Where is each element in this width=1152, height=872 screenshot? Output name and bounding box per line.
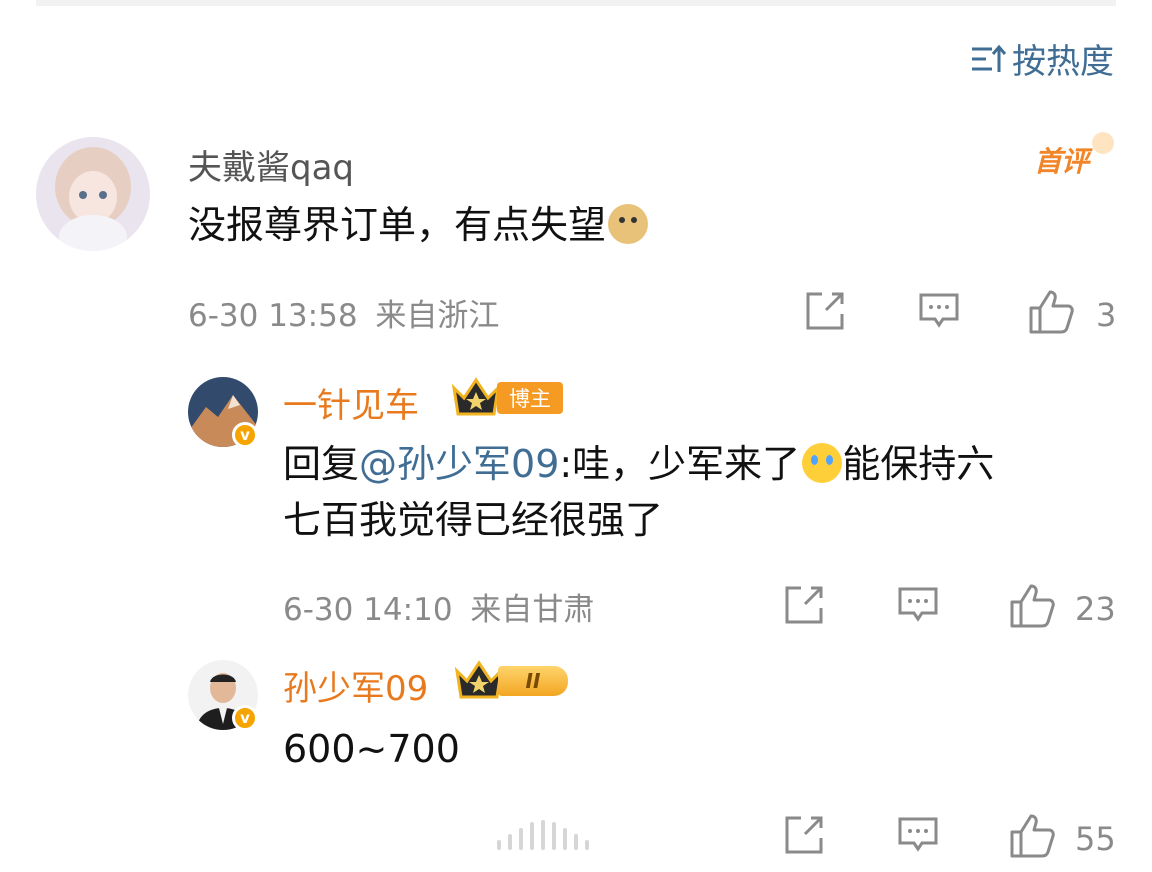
- level-badge: II: [498, 666, 568, 696]
- doge-emoji: [608, 204, 649, 244]
- crown-icon: [454, 659, 504, 703]
- reply-text: 回复@孙少军09:哇，少军来了 能保持六: [283, 437, 994, 491]
- comment-actions: 3: [804, 288, 1116, 342]
- reply-text-a: :哇，少军来了: [559, 442, 801, 486]
- reply-text-line2: 七百我觉得已经很强了: [283, 498, 664, 542]
- share-button[interactable]: [804, 290, 846, 340]
- cry-emoji: [802, 443, 843, 483]
- verified-badge: v: [232, 422, 258, 448]
- reply-text: 600~700: [283, 727, 460, 771]
- like-button[interactable]: 3: [1028, 288, 1116, 342]
- comment-time: 6-30 13:58: [188, 298, 358, 334]
- share-button[interactable]: [783, 584, 825, 634]
- share-icon: [804, 290, 846, 340]
- reply-button[interactable]: [897, 814, 939, 864]
- blogger-tag: 博主: [497, 382, 563, 414]
- share-icon: [783, 584, 825, 634]
- comment-icon: [897, 814, 939, 864]
- reply-text-b: 能保持六: [842, 442, 995, 486]
- first-comment-badge: 首评: [1034, 132, 1115, 180]
- crown-icon: [451, 376, 501, 420]
- like-button[interactable]: 55: [1009, 812, 1116, 866]
- thumbs-up-icon: [1009, 812, 1057, 866]
- sort-icon: [970, 44, 1006, 74]
- comment-text: 没报尊界订单，有点失望: [188, 198, 649, 252]
- thumbs-up-icon: [1028, 288, 1076, 342]
- like-count: 23: [1075, 590, 1116, 628]
- verified-badge: v: [232, 705, 258, 731]
- comment-meta: 6-30 13:58 来自浙江: [188, 290, 499, 335]
- like-count: 55: [1075, 820, 1116, 858]
- reply-actions: 23: [783, 582, 1116, 636]
- reply-button[interactable]: [897, 584, 939, 634]
- sort-by-heat-button[interactable]: 按热度: [970, 34, 1114, 83]
- comment-icon: [897, 584, 939, 634]
- like-count: 3: [1096, 296, 1117, 334]
- comment-username[interactable]: 夫戴酱qaq: [188, 140, 354, 189]
- mention-link[interactable]: @孙少军09: [359, 442, 559, 486]
- thumbs-up-icon: [1009, 582, 1057, 636]
- reply-meta: 6-30 14:10 来自甘肃: [283, 584, 594, 629]
- reply-prefix: 回复: [283, 442, 360, 486]
- comment-body: 没报尊界订单，有点失望: [188, 203, 607, 247]
- reply-location: 来自甘肃: [470, 592, 595, 628]
- reply-username[interactable]: 一针见车: [283, 378, 419, 427]
- like-button[interactable]: 23: [1009, 582, 1116, 636]
- loading-indicator: [497, 820, 621, 850]
- sort-label: 按热度: [1012, 42, 1114, 82]
- share-icon: [783, 814, 825, 864]
- reply-username[interactable]: 孙少军09: [283, 661, 428, 710]
- reply-time: 6-30 14:10: [283, 592, 453, 628]
- top-divider: [36, 0, 1116, 6]
- reply-actions: 55: [783, 812, 1116, 866]
- comment-location: 来自浙江: [375, 298, 500, 334]
- avatar[interactable]: [36, 137, 150, 251]
- reply-button[interactable]: [918, 290, 960, 340]
- share-button[interactable]: [783, 814, 825, 864]
- comment-icon: [918, 290, 960, 340]
